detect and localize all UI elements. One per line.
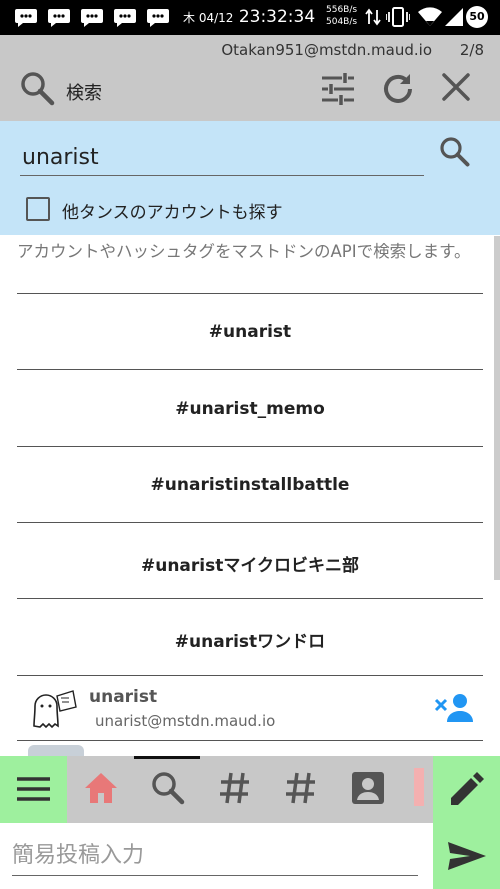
page-indicator: 2/8 (459, 41, 484, 59)
rate-up: 556B/s (326, 5, 358, 15)
search-hint: アカウントやハッシュタグをマストドンのAPIで検索します。 (17, 242, 471, 261)
reload-icon[interactable] (380, 71, 416, 107)
quick-post-input[interactable] (12, 835, 418, 876)
close-icon[interactable] (440, 71, 472, 103)
divider (17, 740, 483, 741)
column-bar (0, 756, 500, 823)
status-time: 23:32:34 (238, 7, 316, 27)
data-transfer-icon (365, 6, 381, 28)
page-title: 検索 (66, 83, 102, 104)
compose-button[interactable] (433, 756, 500, 823)
status-bar: 木 04/12 23:32:34 556B/s 504B/s 50 (0, 0, 500, 35)
menu-button[interactable] (0, 756, 67, 823)
column-tab-partial[interactable] (414, 768, 424, 806)
network-rate: 556B/s 504B/s (326, 4, 357, 28)
hashtag-result[interactable]: #unarist_memo (17, 399, 483, 419)
rate-down: 504B/s (326, 17, 358, 27)
search-input[interactable] (20, 139, 424, 176)
hashtag-result[interactable]: #unarist (17, 322, 483, 342)
follow-request-icon[interactable] (432, 690, 476, 726)
search-submit-button[interactable] (438, 135, 472, 169)
send-button[interactable] (433, 823, 500, 889)
divider (17, 598, 483, 599)
divider (17, 675, 483, 676)
other-instances-checkbox[interactable] (26, 197, 50, 221)
divider (17, 293, 483, 294)
active-column-indicator (134, 756, 200, 759)
divider (17, 446, 483, 447)
chat-notification-icon (81, 6, 103, 28)
column-header: Otakan951@mstdn.maud.io 2/8 検索 (0, 35, 500, 121)
account-label: Otakan951@mstdn.maud.io (221, 41, 432, 59)
status-clock: 木 04/12 23:32:34 (183, 7, 315, 27)
battery-level: 50 (466, 6, 488, 28)
hashtag-result[interactable]: #unaristワンドロ (17, 627, 483, 652)
divider (17, 369, 483, 370)
home-icon[interactable] (83, 770, 119, 806)
chat-notification-icon (114, 6, 136, 28)
account-handle: unarist@mstdn.maud.io (95, 712, 276, 730)
hashtag-result[interactable]: #unaristマイクロビキニ部 (17, 551, 483, 576)
status-date: 木 04/12 (183, 11, 234, 25)
signal-icon (444, 6, 464, 28)
other-instances-label: 他タンスのアカウントも探す (62, 203, 283, 223)
settings-icon[interactable] (320, 72, 356, 106)
search-panel: 他タンスのアカウントも探す (0, 121, 500, 235)
hashtag-result[interactable]: #unaristinstallbattle (17, 475, 483, 495)
chat-notification-icon (48, 6, 70, 28)
quick-post-bar (0, 823, 500, 889)
hashtag-icon[interactable] (217, 770, 253, 806)
account-display-name: unarist (89, 687, 158, 707)
chat-notification-icon (147, 6, 169, 28)
scrollbar[interactable] (494, 236, 500, 580)
hashtag-icon[interactable] (283, 770, 319, 806)
wifi-icon (417, 6, 443, 28)
vibrate-icon (386, 6, 410, 28)
profile-icon[interactable] (350, 770, 386, 806)
search-icon[interactable] (150, 770, 186, 806)
search-icon (19, 70, 57, 108)
chat-notification-icon (15, 6, 37, 28)
avatar (28, 686, 78, 730)
divider (17, 522, 483, 523)
